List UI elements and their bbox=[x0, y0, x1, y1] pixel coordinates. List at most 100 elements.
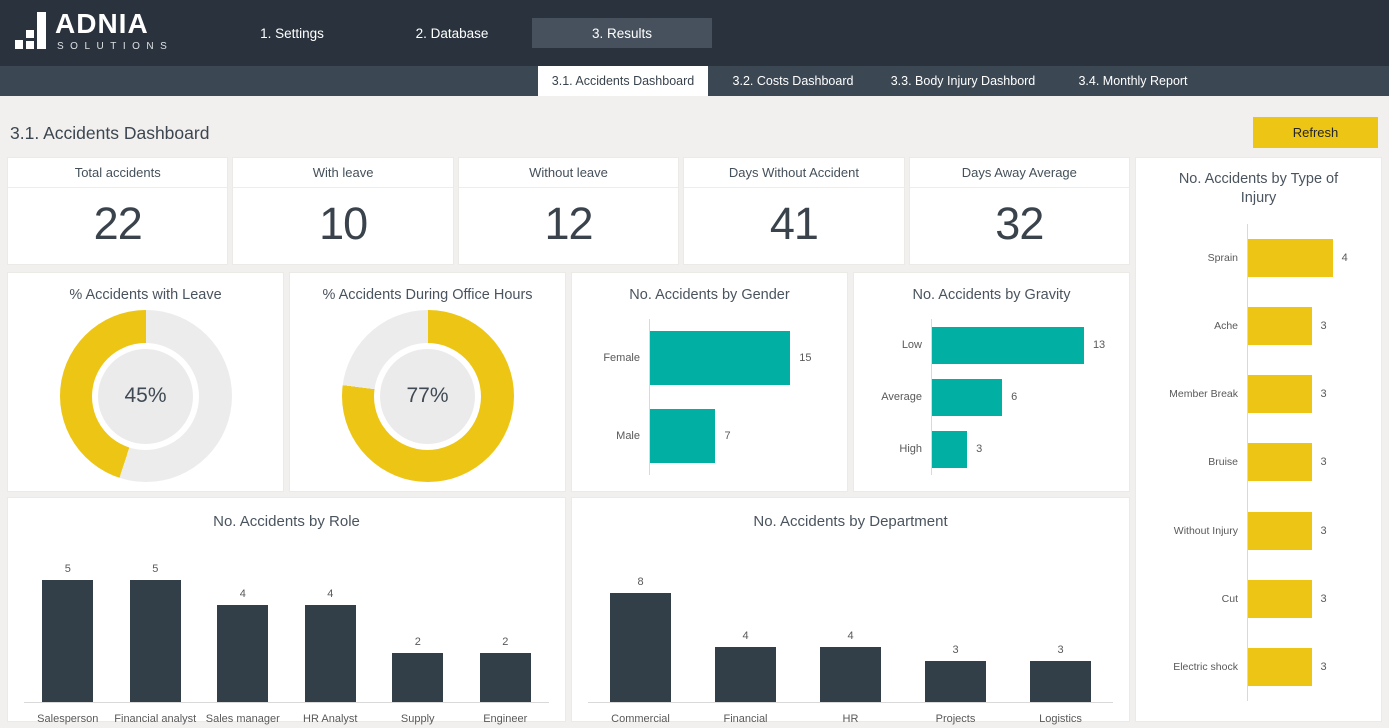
column-bar bbox=[925, 661, 986, 702]
bar-row-ache: Ache3 bbox=[1146, 292, 1375, 360]
bar-track: 3 bbox=[1247, 633, 1375, 701]
column-value-label: 4 bbox=[847, 630, 853, 642]
role-column-chart: 554422 bbox=[24, 556, 549, 703]
column-value-label: 2 bbox=[415, 636, 421, 648]
column-bar bbox=[820, 647, 881, 702]
chart-title: No. Accidents by Role bbox=[8, 512, 565, 532]
bar-chart-logo-icon bbox=[15, 9, 46, 49]
column-category-label: Sales manager bbox=[199, 704, 287, 728]
accidents-by-department-card: No. Accidents by Department 84433 Commer… bbox=[571, 497, 1130, 722]
bar bbox=[650, 331, 790, 385]
kpi-card-with-leave: With leave10 bbox=[232, 157, 453, 265]
accidents-by-gender-card: No. Accidents by Gender Female15Male7 bbox=[571, 272, 848, 492]
accidents-by-injury-card: No. Accidents by Type of Injury Sprain4A… bbox=[1135, 157, 1382, 722]
kpi-value: 12 bbox=[459, 188, 678, 264]
bar bbox=[1248, 580, 1312, 618]
kpi-label: Without leave bbox=[459, 158, 678, 188]
main-tabs: 1. Settings2. Database3. Results bbox=[212, 18, 712, 48]
column-category-label: Supply coordinator bbox=[374, 704, 462, 728]
bar bbox=[932, 379, 1002, 416]
kpi-label: Days Away Average bbox=[910, 158, 1129, 188]
bar-row-electric-shock: Electric shock3 bbox=[1146, 633, 1375, 701]
role-category-axis: SalespersonFinancial analystSales manage… bbox=[24, 704, 549, 728]
column-slot-engineer: 2 bbox=[462, 556, 550, 702]
chart-title: No. Accidents by Type of Injury bbox=[1164, 170, 1354, 208]
bar-category-label: Average bbox=[866, 391, 931, 403]
column-category-label: HR bbox=[798, 704, 903, 727]
bar-track: 7 bbox=[649, 397, 837, 475]
column-bar bbox=[42, 580, 93, 702]
gender-bar-chart: Female15Male7 bbox=[584, 319, 837, 475]
bar-value-label: 3 bbox=[1321, 593, 1327, 605]
donut-ring: 77% bbox=[342, 310, 514, 482]
column-bar bbox=[1030, 661, 1091, 702]
kpi-card-total-accidents: Total accidents22 bbox=[7, 157, 228, 265]
bar bbox=[1248, 375, 1312, 413]
middle-charts-row: % Accidents with Leave 45% % Accidents D… bbox=[7, 272, 1130, 492]
chart-title: No. Accidents by Gender bbox=[572, 286, 847, 305]
bar bbox=[1248, 443, 1312, 481]
column-category-label: Logistics bbox=[1008, 704, 1113, 727]
bar-category-label: Without Injury bbox=[1146, 525, 1247, 537]
bar-value-label: 7 bbox=[724, 430, 730, 442]
bar-track: 3 bbox=[1247, 565, 1375, 633]
bar-category-label: Sprain bbox=[1146, 252, 1247, 264]
column-bar bbox=[610, 593, 671, 702]
bar-row-cut: Cut3 bbox=[1146, 565, 1375, 633]
bar bbox=[932, 327, 1084, 364]
column-category-label: Commercial bbox=[588, 704, 693, 727]
column-value-label: 5 bbox=[152, 563, 158, 575]
main-tab-2-database[interactable]: 2. Database bbox=[372, 18, 532, 48]
kpi-value: 10 bbox=[233, 188, 452, 264]
bar-row-bruise: Bruise3 bbox=[1146, 428, 1375, 496]
main-tab-3-results[interactable]: 3. Results bbox=[532, 18, 712, 48]
bar-track: 4 bbox=[1247, 224, 1375, 292]
kpi-value: 41 bbox=[684, 188, 903, 264]
column-slot-projects: 3 bbox=[903, 556, 1008, 702]
bar-row-low: Low13 bbox=[866, 319, 1119, 371]
bar-row-female: Female15 bbox=[584, 319, 837, 397]
bar-track: 3 bbox=[1247, 428, 1375, 496]
department-column-chart: 84433 bbox=[588, 556, 1113, 703]
sub-tab-3-1-accidents-dashboard[interactable]: 3.1. Accidents Dashboard bbox=[538, 66, 708, 96]
bar-category-label: Member Break bbox=[1146, 388, 1247, 400]
column-value-label: 3 bbox=[952, 644, 958, 656]
sub-tab-3-3-body-injury-dashbord[interactable]: 3.3. Body Injury Dashbord bbox=[878, 66, 1048, 96]
accidents-with-leave-card: % Accidents with Leave 45% bbox=[7, 272, 284, 492]
bar-track: 13 bbox=[931, 319, 1119, 371]
kpi-label: Days Without Accident bbox=[684, 158, 903, 188]
kpi-card-days-away-average: Days Away Average32 bbox=[909, 157, 1130, 265]
accidents-office-hours-card: % Accidents During Office Hours 77% bbox=[289, 272, 566, 492]
bar-value-label: 13 bbox=[1093, 339, 1105, 351]
column-bar bbox=[305, 605, 356, 702]
bar-track: 3 bbox=[931, 423, 1119, 475]
kpi-card-days-without-accident: Days Without Accident41 bbox=[683, 157, 904, 265]
app-header: ADNIA SOLUTIONS 1. Settings2. Database3.… bbox=[0, 0, 1389, 66]
column-value-label: 3 bbox=[1057, 644, 1063, 656]
column-value-label: 2 bbox=[502, 636, 508, 648]
refresh-button[interactable]: Refresh bbox=[1253, 117, 1378, 148]
column-slot-supply-coordinator: 2 bbox=[374, 556, 462, 702]
column-category-label: Salesperson bbox=[24, 704, 112, 728]
brand-name: ADNIA bbox=[55, 9, 173, 38]
bar-track: 6 bbox=[931, 371, 1119, 423]
sub-tab-3-2-costs-dashboard[interactable]: 3.2. Costs Dashboard bbox=[708, 66, 878, 96]
donut-center-label: 45% bbox=[98, 349, 193, 444]
accidents-by-role-card: No. Accidents by Role 554422 Salesperson… bbox=[7, 497, 566, 722]
bar-category-label: Electric shock bbox=[1146, 661, 1247, 673]
donut-hole: 45% bbox=[92, 343, 199, 450]
bar-value-label: 3 bbox=[1321, 456, 1327, 468]
column-category-label: Projects bbox=[903, 704, 1008, 727]
chart-title: % Accidents with Leave bbox=[8, 286, 283, 305]
column-category-label: Engineer bbox=[462, 704, 550, 728]
bar bbox=[1248, 239, 1333, 277]
column-slot-financial: 4 bbox=[693, 556, 798, 702]
sub-tabs: 3.1. Accidents Dashboard3.2. Costs Dashb… bbox=[0, 66, 1389, 96]
bar bbox=[1248, 512, 1312, 550]
main-tab-1-settings[interactable]: 1. Settings bbox=[212, 18, 372, 48]
chart-title: No. Accidents by Department bbox=[572, 512, 1129, 532]
sub-tab-3-4-monthly-report[interactable]: 3.4. Monthly Report bbox=[1048, 66, 1218, 96]
donut-chart-office-hours: 77% bbox=[290, 307, 565, 485]
accidents-by-gravity-card: No. Accidents by Gravity Low13Average6Hi… bbox=[853, 272, 1130, 492]
column-slot-commercial: 8 bbox=[588, 556, 693, 702]
